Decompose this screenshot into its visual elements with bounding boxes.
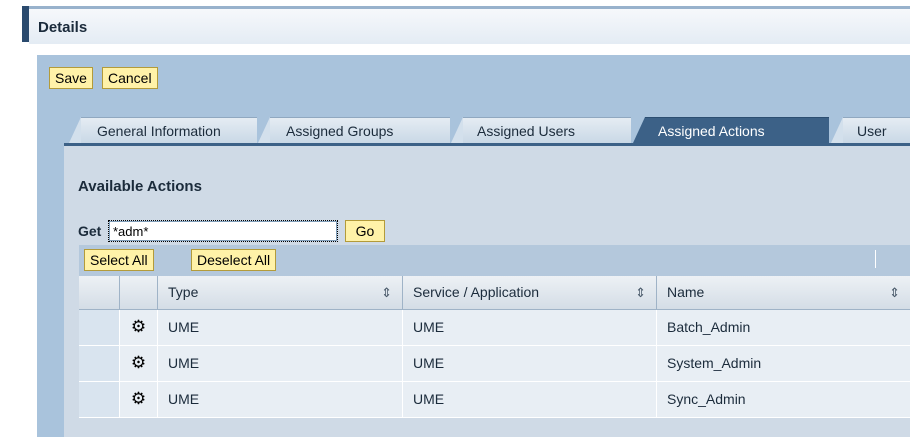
sort-icon[interactable]: ⇕ [635, 276, 646, 309]
table-row[interactable]: ⚙ UME UME Batch_Admin [79, 310, 910, 346]
table-row[interactable]: ⚙ UME UME Sync_Admin [79, 382, 910, 418]
column-header-label: Service / Application [413, 284, 540, 300]
cancel-button[interactable]: Cancel [102, 67, 158, 89]
toolbar-divider [875, 250, 876, 268]
cell-service: UME [402, 382, 656, 417]
tab-assigned-actions[interactable]: Assigned Actions [633, 117, 829, 143]
sort-icon[interactable]: ⇕ [889, 276, 900, 309]
column-header-name[interactable]: Name ⇕ [656, 276, 910, 309]
column-header-label: Type [168, 284, 199, 300]
search-input[interactable] [108, 220, 338, 242]
sort-icon[interactable]: ⇕ [381, 276, 392, 309]
cell-name: Batch_Admin [656, 310, 910, 345]
get-label: Get [78, 223, 102, 239]
selection-toolbar: Select All Deselect All [79, 245, 910, 276]
row-selector[interactable] [79, 346, 119, 381]
save-button[interactable]: Save [49, 67, 93, 89]
details-accent-bar [22, 6, 29, 42]
cell-type: UME [157, 346, 402, 381]
action-icon: ⚙ [130, 317, 147, 336]
action-icon: ⚙ [130, 389, 147, 408]
details-header: Details [29, 6, 910, 44]
main-panel: Save Cancel General Information Assigned… [37, 55, 910, 437]
cell-service: UME [402, 310, 656, 345]
table-header: Type ⇕ Service / Application ⇕ Name ⇕ [79, 276, 910, 310]
table-row[interactable]: ⚙ UME UME System_Admin [79, 346, 910, 382]
row-icon-cell: ⚙ [119, 382, 157, 417]
action-icon: ⚙ [130, 353, 147, 372]
row-icon-cell: ⚙ [119, 310, 157, 345]
cell-type: UME [157, 310, 402, 345]
cell-service: UME [402, 346, 656, 381]
tab-assigned-groups[interactable]: Assigned Groups [258, 117, 450, 143]
actions-table: Type ⇕ Service / Application ⇕ Name ⇕ ⚙ … [79, 276, 910, 418]
cell-name: Sync_Admin [656, 382, 910, 417]
column-header-type[interactable]: Type ⇕ [157, 276, 402, 309]
row-icon-cell: ⚙ [119, 346, 157, 381]
cell-type: UME [157, 382, 402, 417]
select-all-button[interactable]: Select All [84, 249, 154, 271]
row-selector[interactable] [79, 382, 119, 417]
go-button[interactable]: Go [345, 220, 385, 242]
row-selector[interactable] [79, 310, 119, 345]
select-column-header [79, 276, 119, 309]
column-header-label: Name [667, 284, 705, 300]
icon-column-header [119, 276, 157, 309]
available-actions-panel: Available Actions Get Go Select All Dese… [64, 143, 910, 437]
tab-assigned-users[interactable]: Assigned Users [451, 117, 631, 143]
tab-general-information[interactable]: General Information [69, 117, 257, 143]
page-title: Details [38, 19, 88, 36]
tab-user[interactable]: User [831, 117, 910, 143]
deselect-all-button[interactable]: Deselect All [191, 249, 277, 271]
column-header-service[interactable]: Service / Application ⇕ [402, 276, 656, 309]
cell-name: System_Admin [656, 346, 910, 381]
section-title: Available Actions [78, 178, 202, 195]
